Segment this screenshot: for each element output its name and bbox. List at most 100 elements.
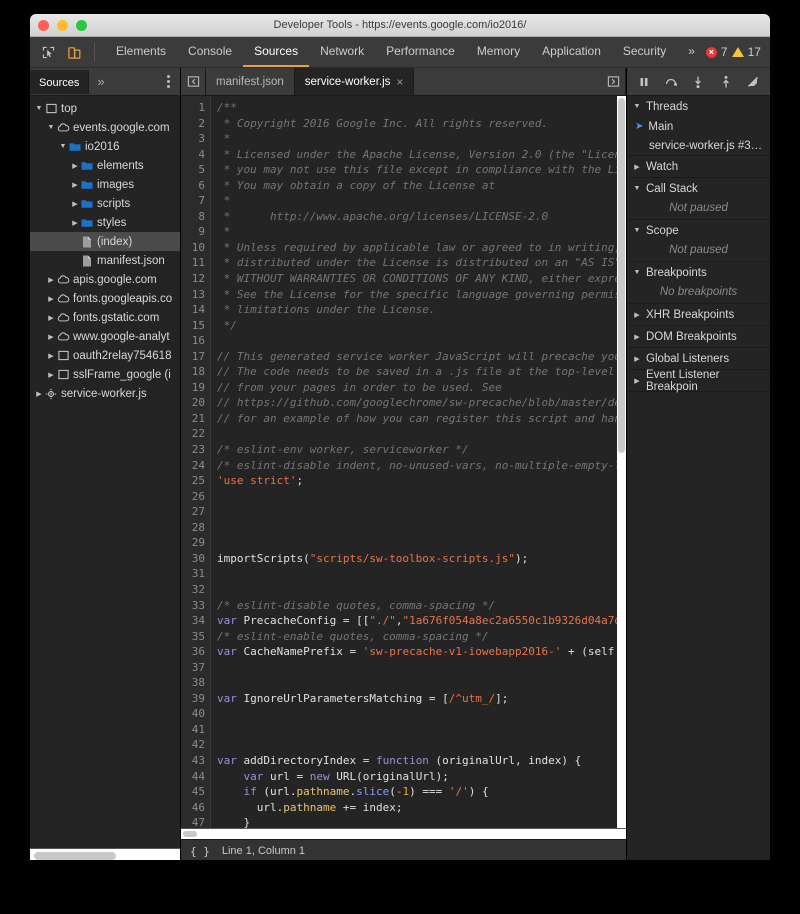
code-line[interactable]: 'use strict'; bbox=[217, 473, 626, 489]
chevron-right-icon[interactable]: ▶ bbox=[70, 162, 80, 170]
chevron-down-icon[interactable]: ▼ bbox=[632, 103, 642, 110]
tree-item-fonts-googleapis-co[interactable]: ▶ fonts.googleapis.co bbox=[30, 289, 180, 308]
code-line[interactable]: * See the License for the specific langu… bbox=[217, 287, 626, 303]
tree-item-oauth2relay754618[interactable]: ▶ oauth2relay754618 bbox=[30, 346, 180, 365]
thread-item[interactable]: service-worker.js #3… bbox=[627, 136, 770, 155]
collapse-navigator-icon[interactable] bbox=[181, 68, 206, 95]
minimize-window-button[interactable] bbox=[57, 19, 68, 31]
pretty-print-button[interactable]: { } bbox=[190, 845, 210, 858]
editor-horizontal-scrollbar[interactable] bbox=[181, 828, 626, 839]
code-line[interactable] bbox=[217, 566, 626, 582]
window-controls[interactable] bbox=[30, 19, 87, 31]
code-line[interactable]: * Unless required by applicable law or a… bbox=[217, 240, 626, 256]
issue-counts[interactable]: × 7 17 bbox=[705, 37, 767, 67]
chevron-down-icon[interactable]: ▼ bbox=[34, 105, 44, 112]
maximize-window-button[interactable] bbox=[76, 19, 87, 31]
code-line[interactable]: /** bbox=[217, 100, 626, 116]
code-line[interactable]: * bbox=[217, 193, 626, 209]
code-line[interactable] bbox=[217, 660, 626, 676]
code-line[interactable]: /* eslint-enable quotes, comma-spacing *… bbox=[217, 629, 626, 645]
code-line[interactable] bbox=[217, 737, 626, 753]
code-line[interactable]: importScripts("scripts/sw-toolbox-script… bbox=[217, 551, 626, 567]
chevron-down-icon[interactable]: ▼ bbox=[632, 269, 642, 276]
tab-network[interactable]: Network bbox=[309, 37, 375, 67]
code-line[interactable]: url.pathname += index; bbox=[217, 800, 626, 816]
code-line[interactable]: * WITHOUT WARRANTIES OR CONDITIONS OF AN… bbox=[217, 271, 626, 287]
chevron-right-icon[interactable]: ▶ bbox=[34, 390, 44, 398]
tree-item-index[interactable]: (index) bbox=[30, 232, 180, 251]
code-line[interactable]: // for an example of how you can registe… bbox=[217, 411, 626, 427]
scrollbar-thumb[interactable] bbox=[618, 98, 625, 453]
code-line[interactable]: var PrecacheConfig = [["./","1a676f054a8… bbox=[217, 613, 626, 629]
chevron-right-icon[interactable]: ▶ bbox=[46, 333, 56, 341]
section-header-dom-breakpoints[interactable]: ▶ DOM Breakpoints bbox=[627, 326, 770, 347]
tab-memory[interactable]: Memory bbox=[466, 37, 531, 67]
tab-security[interactable]: Security bbox=[612, 37, 677, 67]
code-line[interactable]: var IgnoreUrlParametersMatching = [/^utm… bbox=[217, 691, 626, 707]
section-header-xhr-breakpoints[interactable]: ▶ XHR Breakpoints bbox=[627, 304, 770, 325]
navigator-more-button[interactable]: » bbox=[89, 74, 112, 89]
code-line[interactable] bbox=[217, 489, 626, 505]
code-line[interactable]: var addDirectoryIndex = function (origin… bbox=[217, 753, 626, 769]
tree-item-io2016[interactable]: ▼ io2016 bbox=[30, 137, 180, 156]
step-into-button[interactable] bbox=[688, 72, 708, 92]
tree-item-www-google-analyt[interactable]: ▶ www.google-analyt bbox=[30, 327, 180, 346]
tree-item-top[interactable]: ▼ top bbox=[30, 99, 180, 118]
chevron-right-icon[interactable]: ▶ bbox=[632, 311, 642, 319]
tab-elements[interactable]: Elements bbox=[105, 37, 177, 67]
tree-item-apis-google-com[interactable]: ▶ apis.google.com bbox=[30, 270, 180, 289]
code-line[interactable] bbox=[217, 504, 626, 520]
chevron-down-icon[interactable]: ▼ bbox=[632, 185, 642, 192]
code-line[interactable]: if (url.pathname.slice(-1) === '/') { bbox=[217, 784, 626, 800]
close-tab-icon[interactable]: × bbox=[396, 75, 403, 89]
navigator-menu-icon[interactable] bbox=[159, 75, 180, 88]
expand-debugger-icon[interactable] bbox=[601, 68, 626, 95]
scrollbar-thumb[interactable] bbox=[183, 831, 197, 837]
code-line[interactable]: /* eslint-disable quotes, comma-spacing … bbox=[217, 598, 626, 614]
chevron-right-icon[interactable]: ▶ bbox=[70, 219, 80, 227]
code-line[interactable] bbox=[217, 520, 626, 536]
chevron-down-icon[interactable]: ▼ bbox=[58, 143, 68, 150]
code-line[interactable]: /* eslint-disable indent, no-unused-vars… bbox=[217, 458, 626, 474]
pause-resume-button[interactable] bbox=[634, 72, 654, 92]
code-line[interactable]: */ bbox=[217, 318, 626, 334]
code-line[interactable] bbox=[217, 706, 626, 722]
chevron-right-icon[interactable]: ▶ bbox=[70, 200, 80, 208]
code-line[interactable]: * bbox=[217, 131, 626, 147]
code-line[interactable]: var CacheNamePrefix = 'sw-precache-v1-io… bbox=[217, 644, 626, 660]
chevron-right-icon[interactable]: ▶ bbox=[46, 371, 56, 379]
chevron-right-icon[interactable]: ▶ bbox=[632, 163, 642, 171]
tab-sources[interactable]: Sources bbox=[243, 37, 310, 67]
editor-vertical-scrollbar[interactable] bbox=[617, 96, 626, 828]
editor-tab-manifest[interactable]: manifest.json bbox=[206, 68, 295, 95]
tree-item-sslframe-google-i[interactable]: ▶ sslFrame_google (i bbox=[30, 365, 180, 384]
code-line[interactable] bbox=[217, 582, 626, 598]
code-line[interactable] bbox=[217, 333, 626, 349]
code-line[interactable]: * you may not use this file except in co… bbox=[217, 162, 626, 178]
thread-item[interactable]: ➤ Main bbox=[627, 117, 770, 136]
file-tree[interactable]: ▼ top ▼ events.google.com ▼ io2016 ▶ elements ▶ i… bbox=[30, 96, 180, 848]
navigator-tab-sources[interactable]: Sources bbox=[30, 69, 90, 94]
chevron-down-icon[interactable]: ▼ bbox=[632, 227, 642, 234]
tab-console[interactable]: Console bbox=[177, 37, 243, 67]
chevron-right-icon[interactable]: ▶ bbox=[632, 355, 642, 363]
step-out-button[interactable] bbox=[716, 72, 736, 92]
tab-performance[interactable]: Performance bbox=[375, 37, 466, 67]
tree-item-elements[interactable]: ▶ elements bbox=[30, 156, 180, 175]
section-header-event-listener-breakpoin[interactable]: ▶ Event Listener Breakpoin bbox=[627, 369, 770, 393]
code-line[interactable]: * limitations under the License. bbox=[217, 302, 626, 318]
code-line[interactable]: // The code needs to be saved in a .js f… bbox=[217, 364, 626, 380]
inspect-element-icon[interactable] bbox=[38, 42, 58, 62]
section-header-scope[interactable]: ▼ Scope bbox=[627, 220, 770, 241]
tree-item-manifest-json[interactable]: manifest.json bbox=[30, 251, 180, 270]
code-line[interactable]: * http://www.apache.org/licenses/LICENSE… bbox=[217, 209, 626, 225]
chevron-right-icon[interactable]: ▶ bbox=[46, 276, 56, 284]
more-tabs-button[interactable]: » bbox=[677, 37, 706, 67]
tree-item-fonts-gstatic-com[interactable]: ▶ fonts.gstatic.com bbox=[30, 308, 180, 327]
code-line[interactable]: // This generated service worker JavaScr… bbox=[217, 349, 626, 365]
code-line[interactable] bbox=[217, 535, 626, 551]
code-line[interactable]: /* eslint-env worker, serviceworker */ bbox=[217, 442, 626, 458]
chevron-down-icon[interactable]: ▼ bbox=[46, 124, 56, 131]
chevron-right-icon[interactable]: ▶ bbox=[46, 314, 56, 322]
close-window-button[interactable] bbox=[38, 19, 49, 31]
